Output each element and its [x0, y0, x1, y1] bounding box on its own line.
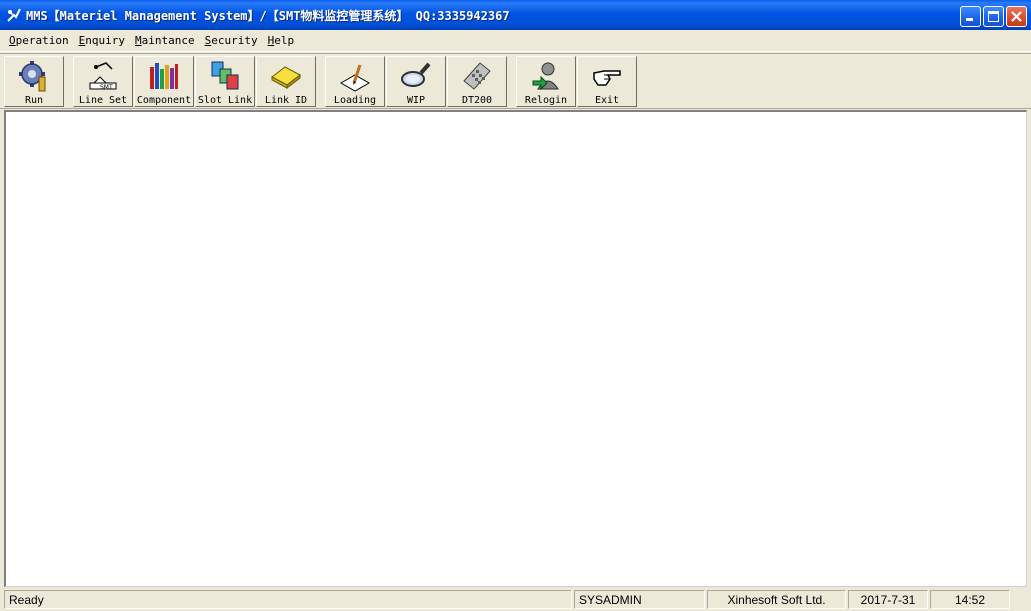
- status-user: SYSADMIN: [574, 590, 705, 609]
- maximize-button[interactable]: [983, 6, 1004, 27]
- minimize-icon: [966, 18, 973, 21]
- slot-link-button[interactable]: Slot Link: [195, 56, 255, 107]
- svg-text:SMT: SMT: [100, 84, 113, 91]
- component-button[interactable]: Component: [134, 56, 194, 107]
- line-set-icon: SMT: [89, 62, 117, 91]
- keypad-device-icon: [463, 62, 491, 90]
- wip-button[interactable]: WIP: [386, 56, 446, 107]
- menu-enquiry[interactable]: Enquiry: [74, 34, 130, 47]
- component-books-icon: [150, 63, 178, 89]
- close-icon: [1011, 11, 1022, 22]
- magnifier-icon: [401, 62, 431, 87]
- status-time: 14:52: [930, 590, 1010, 609]
- menu-operation[interactable]: Operation: [4, 34, 74, 47]
- minimize-button[interactable]: [960, 6, 981, 27]
- toolbar: Run SMT Line Set Component Slot Link Lin…: [0, 53, 1031, 109]
- user-relogin-icon: [532, 62, 559, 91]
- menu-help[interactable]: Help: [263, 34, 300, 47]
- close-button[interactable]: [1006, 6, 1027, 27]
- mms-app-icon: [7, 8, 21, 22]
- title-bar[interactable]: MMS【Materiel Management System】/【SMT物料监控…: [0, 0, 1031, 30]
- menu-security[interactable]: Security: [200, 34, 263, 47]
- line-set-button[interactable]: SMT Line Set: [73, 56, 133, 107]
- slot-link-icon: [211, 61, 239, 90]
- maximize-icon: [988, 11, 999, 22]
- mdi-client-area[interactable]: [4, 110, 1027, 587]
- gear-run-icon: [19, 61, 46, 92]
- status-bar: Ready SYSADMIN Xinhesoft Soft Ltd. 2017-…: [0, 588, 1031, 611]
- loading-button[interactable]: Loading: [325, 56, 385, 107]
- window-title: MMS【Materiel Management System】/【SMT物料监控…: [26, 8, 510, 23]
- hand-pointer-icon: [593, 70, 621, 86]
- exit-button[interactable]: Exit: [577, 56, 637, 107]
- status-message: Ready: [4, 590, 572, 609]
- dt200-button[interactable]: DT200: [447, 56, 507, 107]
- menu-bar: Operation Enquiry Maintance Security Hel…: [0, 30, 1031, 52]
- run-button[interactable]: Run: [4, 56, 64, 107]
- window-controls: [960, 6, 1027, 27]
- relogin-button[interactable]: Relogin: [516, 56, 576, 107]
- link-id-button[interactable]: Link ID: [256, 56, 316, 107]
- loading-pen-icon: [339, 64, 371, 92]
- menu-maintance[interactable]: Maintance: [130, 34, 200, 47]
- status-date: 2017-7-31: [848, 590, 928, 609]
- link-id-icon: [271, 66, 301, 90]
- status-company: Xinhesoft Soft Ltd.: [707, 590, 846, 609]
